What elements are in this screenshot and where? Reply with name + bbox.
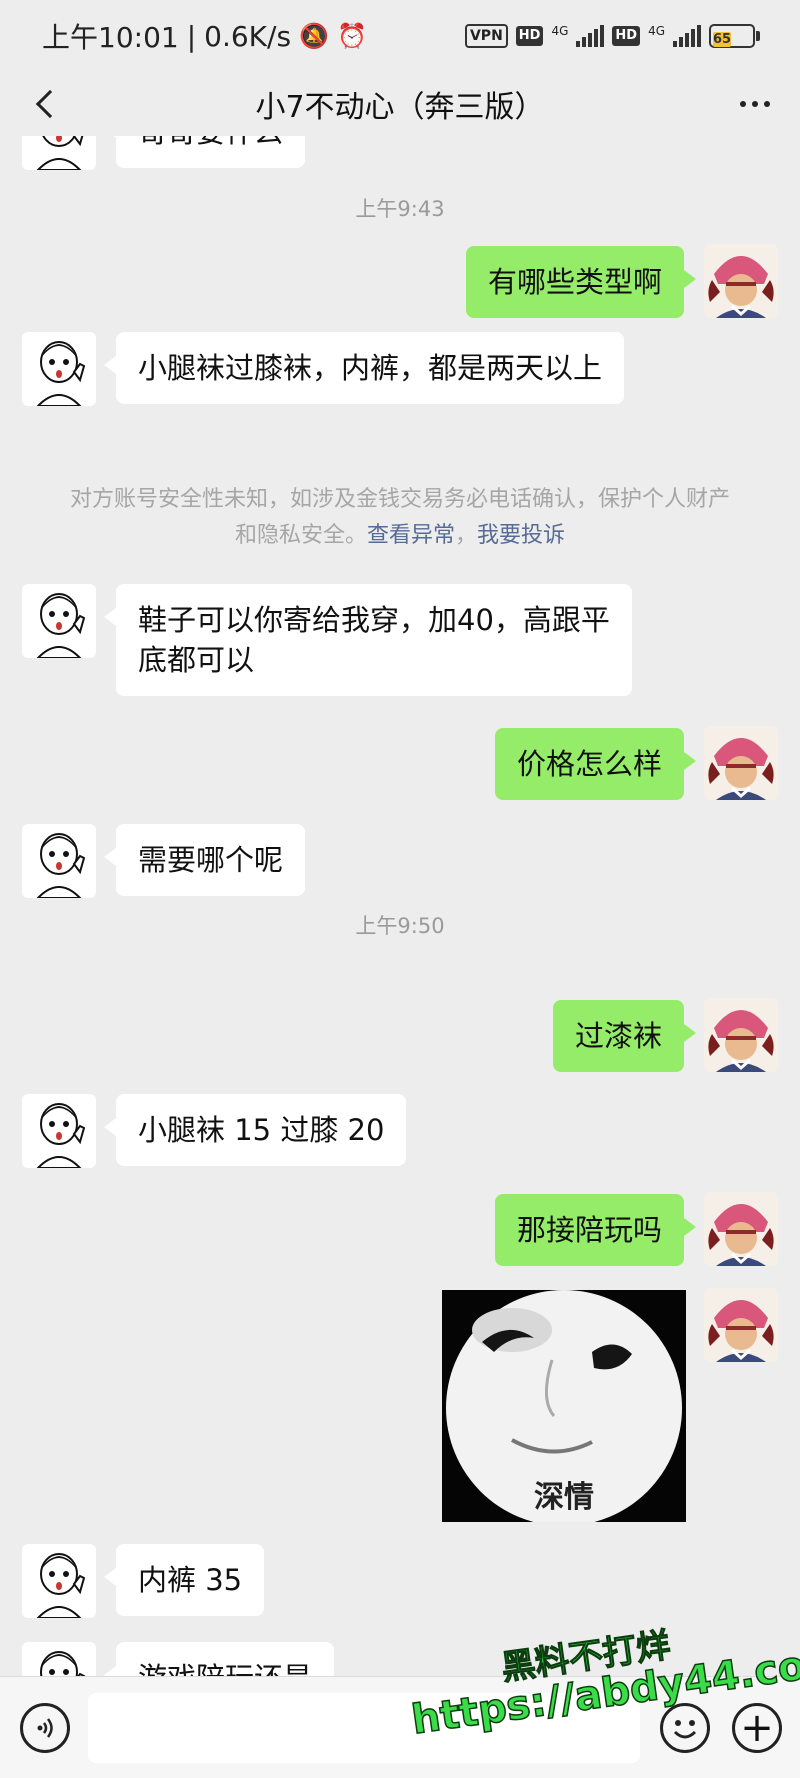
status-time: 上午10:01 [42,21,179,54]
network-type: 4G [551,24,569,38]
more-button[interactable] [740,82,770,126]
battery-icon: 65 [709,24,760,48]
voice-icon [37,1718,53,1738]
voice-button[interactable] [20,1703,70,1753]
status-speed: 0.6K/s [204,19,292,53]
message-sent: 有哪些类型啊 [0,244,800,324]
chat-header: 小7不动心（奔三版） [0,72,800,136]
message-bubble[interactable]: 价格怎么样 [494,728,697,800]
message-line: 鞋子可以你寄给我穿，加40，高跟平 [138,603,610,637]
chat-title: 小7不动心（奔三版） [255,90,545,125]
contact-avatar[interactable] [22,1544,96,1618]
message-bubble[interactable]: 鞋子可以你寄给我穿，加40，高跟平 底都可以 [104,584,632,696]
back-arrow-icon [35,89,65,119]
user-avatar[interactable] [704,1288,778,1362]
contact-avatar[interactable] [22,332,96,406]
status-divider: | [186,19,197,53]
user-avatar[interactable] [704,244,778,318]
message-bubble[interactable]: 内裤 35 [103,1544,265,1616]
contact-avatar[interactable] [22,584,96,658]
message-bubble[interactable]: 游戏陪玩还是 [103,1642,335,1676]
user-avatar[interactable] [704,1192,778,1266]
timestamp: 上午9:50 [355,914,445,938]
timestamp: 上午9:43 [355,197,445,221]
message-received: 小腿袜 15 过膝 20 [0,1094,800,1174]
contact-avatar[interactable] [22,136,96,170]
mute-icon: 🔕 [299,22,329,50]
network-type-2: 4G [648,24,665,38]
message-sent: 那接陪玩吗 [0,1192,800,1272]
battery-level: 65 [713,32,732,47]
signal-icon-2 [673,25,701,47]
status-right: VPN HD 4G HD 4G 65 [464,24,760,48]
contact-avatar[interactable] [22,1094,96,1168]
message-bubble[interactable]: 哥哥要什么 [103,136,306,168]
sticker-caption: 深情 [534,1480,594,1515]
message-received: 内裤 35 [0,1544,800,1624]
message-received: 需要哪个呢 [0,824,800,904]
message-bubble[interactable]: 过漆袜 [552,1000,697,1072]
hd-badge: HD [515,26,544,46]
message-received: 哥哥要什么 [0,136,800,176]
sticker-image[interactable]: 深情 [442,1290,686,1522]
message-bubble[interactable]: 那接陪玩吗 [494,1194,697,1266]
message-sent: 价格怎么样 [0,726,800,806]
security-notice: 对方账号安全性未知，如涉及金钱交易务必电话确认，保护个人财产和隐私安全。查看异常… [60,482,740,554]
back-button[interactable] [22,80,70,128]
message-received: 鞋子可以你寄给我穿，加40，高跟平 底都可以 [0,584,800,708]
status-bar: 上午10:01 | 0.6K/s 🔕 ⏰ VPN HD 4G HD 4G 65 [0,0,800,72]
notice-separator: ， [455,523,478,548]
message-sent-sticker: 深情 [0,1288,800,1528]
message-bubble[interactable]: 需要哪个呢 [103,824,306,896]
message-bubble[interactable]: 小腿袜 15 过膝 20 [103,1094,407,1166]
report-link[interactable]: 我要投诉 [477,523,565,548]
user-avatar[interactable] [704,998,778,1072]
message-sent: 过漆袜 [0,998,800,1078]
user-avatar[interactable] [704,726,778,800]
message-bubble[interactable]: 有哪些类型啊 [465,246,697,318]
alarm-icon: ⏰ [336,22,367,50]
message-received: 小腿袜过膝袜，内裤，都是两天以上 [0,332,800,412]
message-bubble[interactable]: 小腿袜过膝袜，内裤，都是两天以上 [103,332,625,404]
view-exception-link[interactable]: 查看异常 [367,523,455,548]
message-line: 底都可以 [138,643,255,677]
status-left: 上午10:01 | 0.6K/s 🔕 ⏰ [42,16,367,56]
hd-badge-2: HD [612,26,641,46]
message-list[interactable]: 哥哥要什么 上午9:43 有哪些类型啊 小腿袜过膝袜，内裤，都是两天以上 对方账… [0,136,800,1676]
contact-avatar[interactable] [22,824,96,898]
vpn-badge: VPN [464,24,508,48]
signal-icon [576,25,605,47]
contact-avatar[interactable] [22,1642,96,1676]
